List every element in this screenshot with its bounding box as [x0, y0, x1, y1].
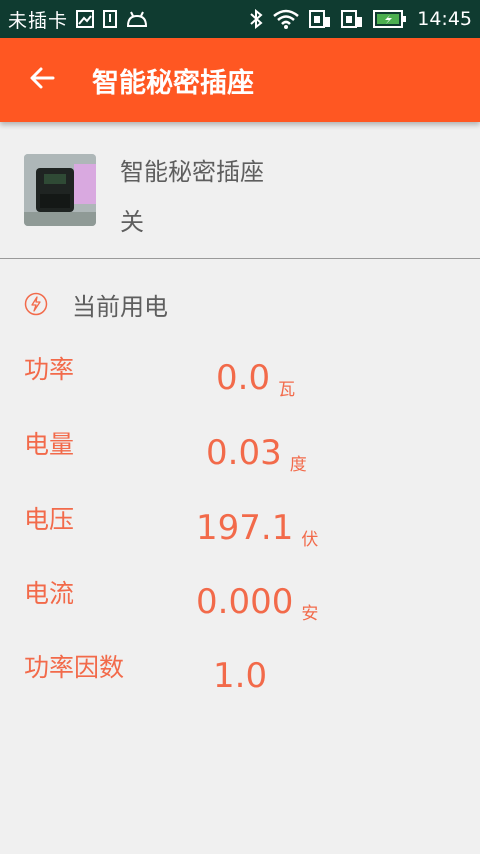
metric-value-group: 1.0: [213, 656, 275, 696]
metric-value: 0.03: [206, 433, 282, 473]
metric-value-group: 197.1 伏: [196, 508, 319, 550]
metric-value: 197.1: [196, 508, 294, 548]
metric-label: 电流: [24, 579, 75, 608]
metric-value-group: 0.0 瓦: [216, 358, 296, 400]
metric-current: 电流 0.000 安: [0, 574, 480, 624]
clock: 14:45: [417, 8, 472, 30]
metric-unit: 伏: [301, 530, 319, 550]
metric-power-factor: 功率因数 1.0: [0, 648, 480, 698]
lightning-icon: [24, 292, 48, 316]
carrier-label: 未插卡: [8, 9, 69, 32]
metric-label: 功率: [24, 355, 75, 384]
status-bar-left: 未插卡: [8, 6, 148, 33]
metric-value-group: 0.000 安: [196, 582, 319, 624]
metric-voltage: 电压 197.1 伏: [0, 500, 480, 550]
device-thumbnail: [24, 154, 96, 226]
sim-icon: [102, 10, 118, 28]
divider: [0, 258, 480, 259]
device-card[interactable]: 智能秘密插座 关: [0, 122, 480, 258]
metric-label: 电量: [24, 430, 75, 459]
device-state: 关: [120, 208, 144, 236]
metric-unit: 安: [301, 604, 319, 624]
metric-unit: 瓦: [278, 380, 296, 400]
metric-label: 电压: [24, 505, 75, 534]
metric-value: 0.000: [196, 582, 294, 622]
bluetooth-icon: [249, 9, 263, 29]
battery-charging-icon: [373, 9, 407, 29]
section-title: 当前用电: [72, 292, 168, 321]
app-bar: 智能秘密插座: [0, 38, 480, 122]
metric-power: 功率 0.0 瓦: [0, 350, 480, 400]
wifi-icon: [273, 9, 300, 29]
metric-value-group: 0.03 度: [206, 433, 307, 475]
page-title: 智能秘密插座: [92, 67, 254, 99]
back-button[interactable]: [14, 52, 70, 108]
metric-unit: 度: [289, 455, 307, 475]
status-bar: 未插卡 14:45: [0, 0, 480, 38]
metric-label: 功率因数: [24, 653, 125, 682]
status-bar-right: 14:45: [249, 8, 472, 30]
arrow-left-icon: [29, 65, 55, 95]
metric-value: 0.0: [216, 358, 271, 398]
device-name: 智能秘密插座: [120, 158, 264, 186]
android-icon: [126, 10, 148, 28]
section-header: 当前用电: [24, 287, 168, 321]
metric-energy: 电量 0.03 度: [0, 425, 480, 475]
image-icon: [76, 10, 95, 28]
metric-value: 1.0: [213, 656, 268, 696]
sim-slot-icon: [309, 9, 331, 29]
sim-slot-icon: [341, 9, 363, 29]
